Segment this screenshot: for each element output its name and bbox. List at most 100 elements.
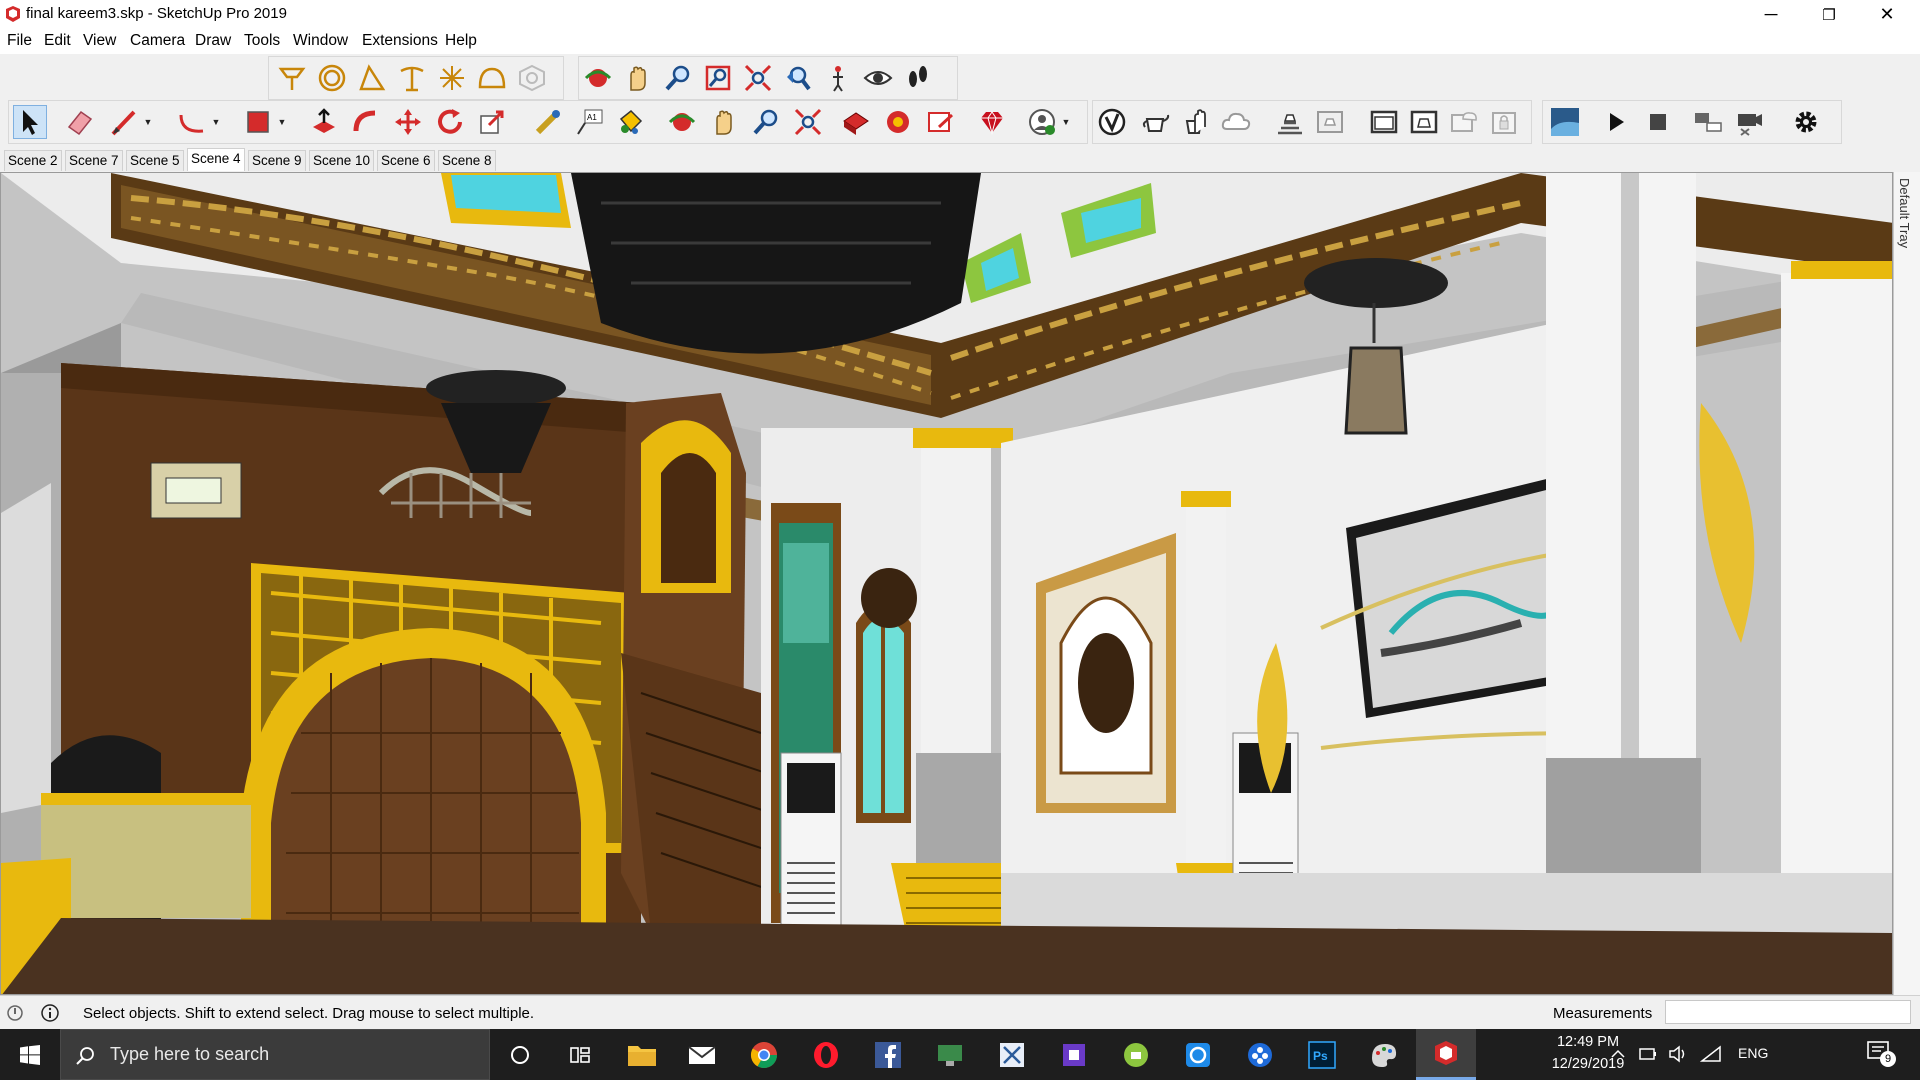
- orbit-icon[interactable]: [581, 61, 615, 95]
- action-center-button[interactable]: 9: [1866, 1039, 1900, 1071]
- info-icon[interactable]: [41, 1004, 59, 1022]
- play-icon[interactable]: [1599, 105, 1633, 139]
- taskbar-app-3[interactable]: [1044, 1029, 1104, 1080]
- taskbar-chrome[interactable]: [734, 1029, 794, 1080]
- pan-icon[interactable]: [621, 61, 655, 95]
- section-dome-icon[interactable]: [475, 61, 509, 95]
- menu-draw[interactable]: Draw: [195, 32, 231, 50]
- default-tray-label[interactable]: Default Tray: [1897, 178, 1912, 248]
- tab-scene-4[interactable]: Scene 4: [187, 148, 245, 171]
- menu-help[interactable]: Help: [445, 32, 477, 50]
- maximize-button[interactable]: ❐: [1806, 0, 1852, 29]
- zoom-extents-icon[interactable]: [741, 61, 775, 95]
- cloud-icon[interactable]: [1219, 105, 1253, 139]
- taskbar-photoshop[interactable]: Ps: [1292, 1029, 1352, 1080]
- taskbar-facebook[interactable]: [858, 1029, 918, 1080]
- wifi-icon[interactable]: [1700, 1045, 1722, 1063]
- tape-icon[interactable]: [531, 105, 565, 139]
- rotate-icon[interactable]: [433, 105, 467, 139]
- geo-location-icon[interactable]: [7, 1005, 23, 1021]
- cloud-render-icon[interactable]: [1447, 105, 1481, 139]
- menu-edit[interactable]: Edit: [44, 32, 71, 50]
- line-dropdown-icon[interactable]: ▼: [143, 105, 153, 139]
- frame-icon[interactable]: [1367, 105, 1401, 139]
- taskbar-opera[interactable]: [796, 1029, 856, 1080]
- arc-dropdown-icon[interactable]: ▼: [211, 105, 221, 139]
- look-around-icon[interactable]: [861, 61, 895, 95]
- gear-icon[interactable]: [1789, 105, 1823, 139]
- zoom-window-icon[interactable]: [701, 61, 735, 95]
- taskbar-app-1[interactable]: [920, 1029, 980, 1080]
- taskbar-app-4[interactable]: [1106, 1029, 1166, 1080]
- move-icon[interactable]: [391, 105, 425, 139]
- hand-icon[interactable]: [1179, 105, 1213, 139]
- paint-bucket-icon[interactable]: [613, 105, 647, 139]
- menu-tools[interactable]: Tools: [244, 32, 280, 50]
- menu-camera[interactable]: Camera: [130, 32, 185, 50]
- arc-icon[interactable]: [175, 105, 209, 139]
- layout-icon[interactable]: [923, 105, 957, 139]
- select-icon[interactable]: [13, 105, 47, 139]
- input-language[interactable]: ENG: [1738, 1045, 1768, 1061]
- zoom-icon[interactable]: [749, 105, 783, 139]
- orbit-icon[interactable]: [665, 105, 699, 139]
- warehouse-icon[interactable]: [839, 105, 873, 139]
- extension-warehouse-icon[interactable]: [881, 105, 915, 139]
- zoom-extents-icon[interactable]: [791, 105, 825, 139]
- battery-network-icon[interactable]: [1638, 1045, 1658, 1063]
- taskbar-app-7[interactable]: [1354, 1029, 1414, 1080]
- volume-icon[interactable]: [1668, 1045, 1688, 1063]
- walk-icon[interactable]: [901, 61, 935, 95]
- push-pull-icon[interactable]: [307, 105, 341, 139]
- render-settings-icon[interactable]: [1273, 105, 1307, 139]
- taskbar-app-5[interactable]: [1168, 1029, 1228, 1080]
- render-region-icon[interactable]: [1313, 105, 1347, 139]
- rectangle-dropdown-icon[interactable]: ▼: [277, 105, 287, 139]
- text-icon[interactable]: A1: [573, 105, 607, 139]
- tab-scene-10[interactable]: Scene 10: [309, 150, 375, 171]
- circle-icon[interactable]: [315, 61, 349, 95]
- default-tray-strip[interactable]: [1893, 172, 1920, 995]
- pan-icon[interactable]: [707, 105, 741, 139]
- tape-measure-icon[interactable]: [395, 61, 429, 95]
- clock-date[interactable]: 12/29/2019: [1538, 1056, 1638, 1072]
- taskview-button[interactable]: [550, 1029, 610, 1080]
- taskbar-search[interactable]: Type here to search: [60, 1029, 490, 1080]
- tab-scene-9[interactable]: Scene 9: [248, 150, 306, 171]
- menu-window[interactable]: Window: [293, 32, 348, 50]
- measurements-input[interactable]: [1665, 1000, 1911, 1024]
- 3d-text-icon[interactable]: [275, 61, 309, 95]
- teapot-icon[interactable]: [1139, 105, 1173, 139]
- tab-scene-5[interactable]: Scene 5: [126, 150, 184, 171]
- livesync-icon[interactable]: [1691, 105, 1725, 139]
- scale-icon[interactable]: [475, 105, 509, 139]
- task-view-button[interactable]: [490, 1029, 550, 1080]
- tab-scene-8[interactable]: Scene 8: [438, 150, 496, 171]
- taskbar-file-explorer[interactable]: [612, 1029, 672, 1080]
- menu-file[interactable]: File: [7, 32, 32, 50]
- protractor-icon[interactable]: [355, 61, 389, 95]
- taskbar-app-2[interactable]: [982, 1029, 1042, 1080]
- ruby-icon[interactable]: [975, 105, 1009, 139]
- lumion-icon[interactable]: [1547, 103, 1583, 141]
- model-viewport[interactable]: [0, 172, 1893, 995]
- account-icon[interactable]: [1025, 105, 1059, 139]
- close-button[interactable]: ✕: [1864, 0, 1910, 29]
- clock-time[interactable]: 12:49 PM: [1538, 1034, 1638, 1050]
- menu-extensions[interactable]: Extensions: [362, 32, 438, 50]
- menu-view[interactable]: View: [83, 32, 116, 50]
- tab-scene-2[interactable]: Scene 2: [4, 150, 62, 171]
- eraser-icon[interactable]: [63, 105, 97, 139]
- rectangle-icon[interactable]: [241, 105, 275, 139]
- position-camera-icon[interactable]: [821, 61, 855, 95]
- tab-scene-7[interactable]: Scene 7: [65, 150, 123, 171]
- validate-icon[interactable]: [1095, 105, 1129, 139]
- taskbar-sketchup[interactable]: [1416, 1029, 1476, 1080]
- line-icon[interactable]: [107, 105, 141, 139]
- start-button[interactable]: [0, 1029, 60, 1080]
- previous-view-icon[interactable]: [781, 61, 815, 95]
- tab-scene-6[interactable]: Scene 6: [377, 150, 435, 171]
- lock-icon[interactable]: [1487, 105, 1521, 139]
- taskbar-mail[interactable]: [672, 1029, 732, 1080]
- stop-icon[interactable]: [1641, 105, 1675, 139]
